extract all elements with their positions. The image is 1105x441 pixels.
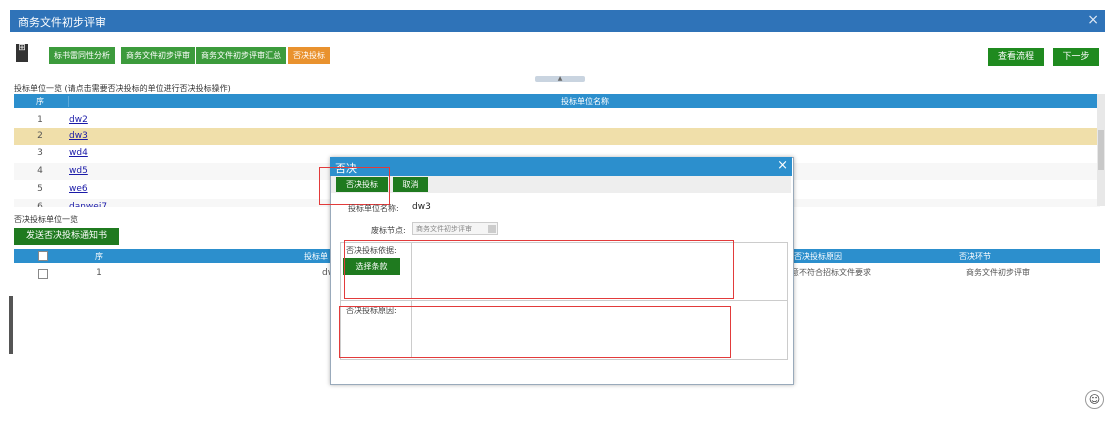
highlight-box-basis	[344, 240, 734, 299]
row-no: 1	[96, 268, 102, 278]
row-no: 5	[37, 184, 43, 194]
window-title-bar: 商务文件初步评审 ×	[10, 10, 1105, 32]
col-reason: 否决投标原因	[794, 252, 842, 261]
row-no: 1	[37, 115, 43, 125]
tab-business-review[interactable]: 商务文件初步评审	[121, 47, 195, 64]
scrollbar-thumb[interactable]	[1098, 130, 1104, 170]
unit-name-value: dw3	[412, 202, 431, 212]
bidder-list-scrollbar[interactable]	[1097, 94, 1105, 206]
rejected-list-title: 否决投标单位一览	[14, 215, 78, 224]
view-flow-button[interactable]: 查看流程	[988, 48, 1044, 66]
assistant-avatar-icon[interactable]: ☺	[1085, 390, 1104, 409]
tab-bid-similarity[interactable]: 标书雷同性分析	[49, 47, 115, 64]
col-bidder-name: 投标单位名称	[68, 96, 1101, 107]
col-unit: 投标单	[304, 252, 328, 261]
bidder-name-link[interactable]: wd4	[69, 145, 88, 161]
dialog-close-icon[interactable]: ×	[777, 158, 788, 173]
window-close-icon[interactable]: ×	[1087, 12, 1099, 28]
tab-business-review-summary[interactable]: 商务文件初步评审汇总	[196, 47, 286, 64]
reject-node-value: 商务文件初步评审	[416, 225, 472, 233]
bidder-table-row[interactable]: 2 dw3	[14, 128, 1100, 145]
col-stage: 否决环节	[959, 252, 991, 261]
bidder-name-link[interactable]: danwei7	[69, 199, 107, 207]
row-stage: 商务文件初步评审	[966, 268, 1030, 277]
tab-reject-bid[interactable]: 否决投标	[288, 47, 330, 64]
row-no: 2	[37, 131, 43, 141]
next-step-button[interactable]: 下一步	[1053, 48, 1099, 66]
reject-node-label: 废标节点:	[371, 226, 406, 235]
top-strip	[0, 0, 1105, 10]
side-handle[interactable]	[9, 296, 13, 354]
row-no: 6	[37, 202, 43, 207]
cancel-button[interactable]: 取消	[393, 177, 428, 192]
row-checkbox[interactable]	[38, 269, 48, 279]
reject-node-select[interactable]: 商务文件初步评审	[412, 222, 498, 235]
row-no: 3	[37, 148, 43, 158]
row-no: 4	[37, 166, 43, 176]
col-no: 序	[95, 252, 103, 261]
bidder-table-row[interactable]: 1 dw2	[14, 112, 1100, 129]
dialog-title-bar: 否决 ×	[330, 157, 792, 176]
window-title: 商务文件初步评审	[18, 16, 106, 29]
col-no: 序	[36, 97, 44, 106]
collapse-handle[interactable]: ▲	[535, 76, 585, 82]
bidder-name-link[interactable]: we6	[69, 181, 88, 197]
grid-menu-icon[interactable]: ⊞	[16, 44, 28, 62]
unit-name-label: 投标单位名称:	[348, 204, 399, 213]
highlight-box-reason	[339, 306, 731, 358]
select-all-checkbox[interactable]	[38, 251, 48, 261]
bidder-list-title: 投标单位一览 (请点击需要否决投标的单位进行否决投标操作)	[14, 84, 231, 93]
bidder-table-header: 序 投标单位名称	[14, 94, 1100, 108]
row-reason: 意不符合招标文件要求	[791, 268, 871, 277]
bidder-name-link[interactable]: dw3	[69, 128, 88, 144]
send-rejection-notice-button[interactable]: 发送否决投标通知书	[14, 228, 120, 245]
bidder-name-link[interactable]: dw2	[69, 112, 88, 128]
highlight-box-reject	[319, 167, 390, 205]
dropdown-icon[interactable]	[488, 225, 496, 233]
bidder-name-link[interactable]: wd5	[69, 163, 88, 179]
